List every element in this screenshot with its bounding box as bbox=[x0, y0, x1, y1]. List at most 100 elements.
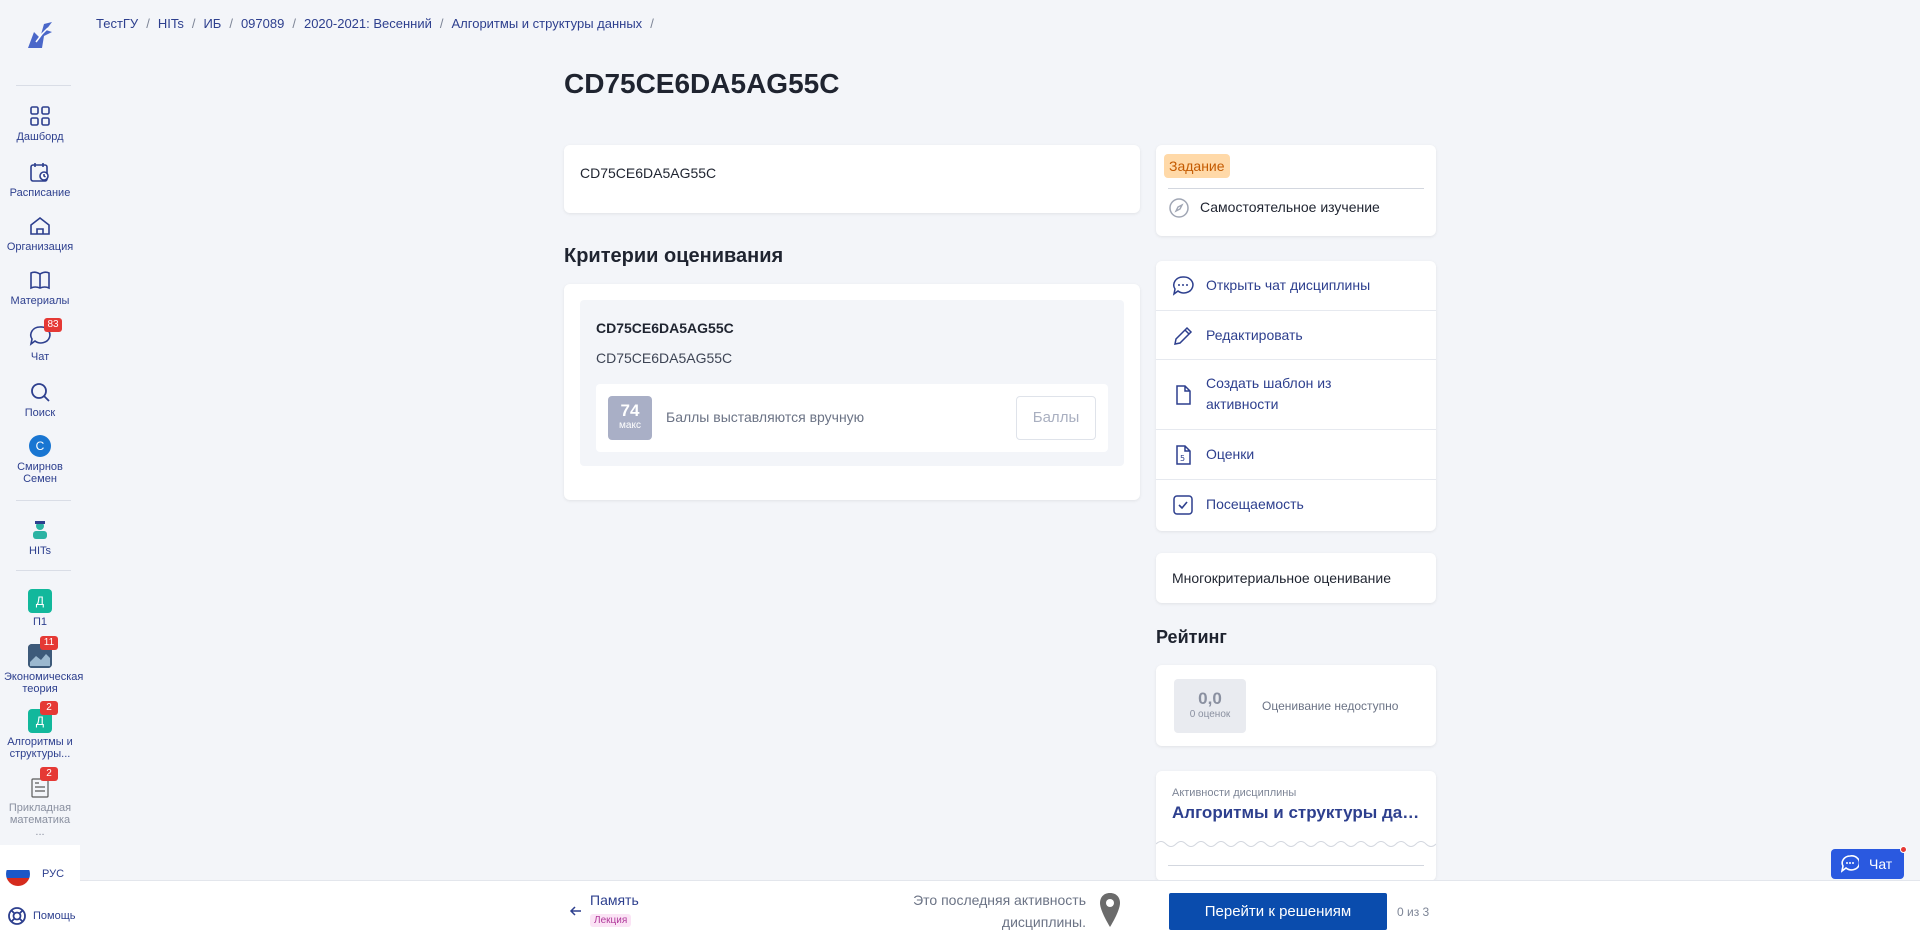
edit-button[interactable]: Редактировать bbox=[1156, 311, 1436, 360]
language-switch[interactable]: РУС bbox=[42, 868, 64, 880]
course-badge: 2 bbox=[40, 701, 58, 715]
divider bbox=[1168, 188, 1424, 189]
sidebar-item-label: Экономическая теория bbox=[4, 671, 84, 695]
breadcrumb-item[interactable]: ИБ bbox=[203, 16, 221, 31]
sidebar-item-label: Поиск bbox=[24, 407, 56, 419]
breadcrumb-item[interactable]: Алгоритмы и структуры данных bbox=[452, 16, 643, 31]
sidebar-course-p1[interactable]: Д П1 bbox=[0, 589, 80, 628]
breadcrumb-item[interactable]: HITs bbox=[158, 16, 184, 31]
chat-button-label: Чат bbox=[1869, 856, 1893, 872]
criteria-card: CD75CE6DA5AG55C CD75CE6DA5AG55C 74 макс … bbox=[564, 284, 1140, 500]
chat-bubble-icon bbox=[1841, 855, 1859, 873]
page-title: CD75CE6DA5AG55C bbox=[564, 68, 840, 99]
sidebar-item-label: Материалы bbox=[10, 295, 70, 307]
russian-flag-icon[interactable] bbox=[6, 862, 30, 886]
checkbox-icon bbox=[1173, 495, 1193, 515]
open-discipline-chat-button[interactable]: Открыть чат дисциплины bbox=[1156, 261, 1436, 311]
divider bbox=[1168, 865, 1424, 866]
criterion-item: CD75CE6DA5AG55C CD75CE6DA5AG55C 74 макс … bbox=[580, 300, 1124, 466]
sidebar-item-label: HITs bbox=[29, 545, 51, 557]
sidebar-item-search[interactable]: Поиск bbox=[0, 380, 80, 419]
rating-count: 0 оценок bbox=[1189, 709, 1231, 720]
rating-title: Рейтинг bbox=[1156, 627, 1227, 647]
chat-icon: 83 bbox=[28, 318, 62, 348]
help-link[interactable]: Помощь bbox=[33, 910, 76, 922]
rating-card: 0,0 0 оценок Оценивание недоступно bbox=[1156, 665, 1436, 746]
sidebar-course-applied-math[interactable]: 2 Прикладная математика ... bbox=[0, 767, 80, 838]
multi-criteria-label: Многокритериальное оценивание bbox=[1172, 570, 1391, 586]
max-score-badge: 74 макс bbox=[608, 396, 652, 440]
last-activity-note: Это последняя активность дисциплины. bbox=[913, 892, 1086, 930]
breadcrumb: ТестГУ / HITs / ИБ/ 097089/ 2020-2021: Вес… bbox=[96, 16, 654, 31]
action-label: Открыть чат дисциплины bbox=[1206, 277, 1371, 293]
grade-icon: 5 bbox=[1176, 445, 1191, 465]
breadcrumb-item[interactable]: 2020-2021: Весенний bbox=[304, 16, 432, 31]
course-tile: Д bbox=[28, 589, 52, 613]
action-label: Редактировать bbox=[1206, 327, 1303, 343]
home-icon bbox=[28, 214, 52, 238]
search-icon bbox=[28, 380, 52, 404]
course-badge: 2 bbox=[40, 767, 58, 781]
grades-button[interactable]: 5 Оценки bbox=[1156, 430, 1436, 480]
sidebar-item-dashboard[interactable]: Дашборд bbox=[0, 104, 80, 143]
sidebar-item-profile[interactable]: С Смирнов Семен bbox=[0, 435, 80, 485]
discipline-caption: Активности дисциплины bbox=[1172, 787, 1297, 799]
rating-status: Оценивание недоступно bbox=[1262, 699, 1399, 713]
floating-chat-button[interactable]: Чат bbox=[1831, 846, 1907, 879]
sidebar-item-org-hits[interactable]: HITs bbox=[0, 518, 80, 557]
discipline-name[interactable]: Алгоритмы и структуры данных bbox=[1172, 803, 1427, 823]
sidebar-item-label: Дашборд bbox=[16, 131, 64, 143]
sidebar-item-chat[interactable]: 83 Чат bbox=[0, 318, 80, 363]
previous-activity-link[interactable]: Память bbox=[590, 892, 639, 908]
sidebar-item-label: Расписание bbox=[9, 187, 71, 199]
course-tile: Д 2 bbox=[28, 701, 58, 733]
svg-text:5: 5 bbox=[1180, 454, 1185, 463]
grid-icon bbox=[28, 104, 52, 128]
activity-description: CD75CE6DA5AG55C bbox=[580, 165, 717, 181]
org-logo-icon bbox=[28, 518, 52, 542]
sidebar-item-organization[interactable]: Организация bbox=[0, 214, 80, 253]
create-template-button[interactable]: Создать шаблон из активности bbox=[1156, 360, 1436, 430]
action-label: Посещаемость bbox=[1206, 496, 1304, 512]
description-card: CD75CE6DA5AG55C bbox=[564, 145, 1140, 213]
actions-card: Открыть чат дисциплины Редактировать Соз… bbox=[1156, 261, 1436, 531]
criteria-title: Критерии оценивания bbox=[564, 245, 784, 267]
breadcrumb-item[interactable]: 097089 bbox=[241, 16, 284, 31]
rating-value: 0,0 bbox=[1198, 689, 1222, 708]
sidebar: Дашборд Расписание Организация Материалы bbox=[0, 0, 84, 941]
book-icon bbox=[28, 268, 52, 292]
score-input[interactable]: Баллы bbox=[1016, 396, 1096, 440]
score-row: 74 макс Баллы выставляются вручную Баллы bbox=[596, 384, 1108, 452]
course-letter: Д bbox=[35, 714, 45, 728]
bottom-navigation-bar: Память Лекция Это последняя активность д… bbox=[80, 880, 1920, 941]
go-to-solutions-button[interactable]: Перейти к решениям bbox=[1169, 893, 1387, 930]
task-mode: Самостоятельное изучение bbox=[1200, 199, 1380, 215]
criterion-name: CD75CE6DA5AG55C bbox=[596, 320, 734, 336]
breadcrumb-item[interactable]: ТестГУ bbox=[96, 16, 138, 31]
task-type-badge: Задание bbox=[1164, 154, 1230, 178]
logo-icon[interactable] bbox=[22, 18, 58, 54]
calendar-icon bbox=[28, 160, 52, 184]
action-label: Оценки bbox=[1206, 446, 1255, 462]
solutions-count: 0 из 3 bbox=[1397, 905, 1430, 919]
sidebar-item-schedule[interactable]: Расписание bbox=[0, 160, 80, 199]
sidebar-item-materials[interactable]: Материалы bbox=[0, 268, 80, 307]
chat-icon bbox=[1172, 276, 1194, 296]
arrow-left-icon[interactable] bbox=[568, 903, 584, 919]
sidebar-course-economics[interactable]: 11 Экономическая теория bbox=[0, 636, 84, 695]
multi-criteria-card[interactable]: Многокритериальное оценивание bbox=[1156, 553, 1436, 603]
sidebar-item-label: П1 bbox=[32, 616, 48, 628]
action-label: Создать шаблон из активности bbox=[1206, 375, 1332, 412]
map-pin-icon bbox=[1100, 893, 1120, 927]
discipline-activities-card: Активности дисциплины Алгоритмы и структ… bbox=[1156, 771, 1436, 881]
course-image: 2 bbox=[28, 767, 58, 799]
course-image: 11 bbox=[28, 636, 58, 668]
attendance-button[interactable]: Посещаемость bbox=[1156, 480, 1436, 531]
max-score-label: макс bbox=[619, 420, 641, 431]
sidebar-item-label: Организация bbox=[6, 241, 74, 253]
sidebar-bottom bbox=[0, 845, 80, 941]
sidebar-item-label: Чат bbox=[30, 351, 50, 363]
pencil-icon bbox=[1174, 326, 1193, 345]
previous-activity-type: Лекция bbox=[590, 914, 632, 927]
sidebar-course-algorithms[interactable]: Д 2 Алгоритмы и структуры... bbox=[0, 701, 80, 760]
